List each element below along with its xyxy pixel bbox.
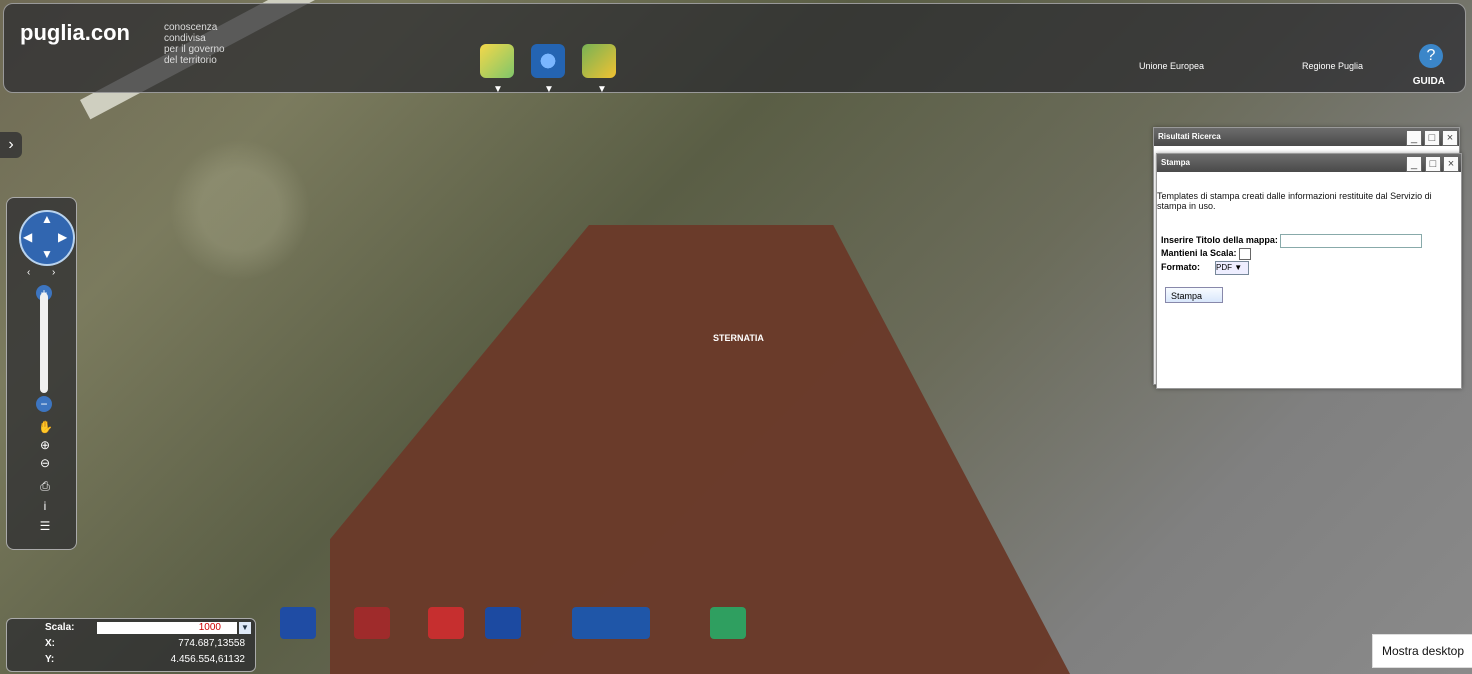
eu-flag-icon — [280, 607, 316, 639]
maximize-icon[interactable]: □ — [1424, 130, 1440, 146]
chevron-down-icon[interactable]: ▼ — [597, 84, 607, 95]
close-icon[interactable]: × — [1443, 156, 1459, 172]
map-icon[interactable] — [582, 44, 616, 78]
format-select[interactable]: PDF ▼ — [1215, 261, 1249, 275]
x-label: X: — [45, 638, 55, 649]
zoom-box-out-icon[interactable]: ⊖ — [38, 456, 52, 470]
regione-icon — [428, 607, 464, 639]
brand-tagline: conoscenza condivisa per il governo del … — [164, 22, 225, 66]
regione-logo-label: Regione Puglia — [1302, 61, 1364, 71]
print-icon[interactable]: ⎙ — [38, 479, 52, 493]
chevron-down-icon[interactable]: ▼ — [493, 84, 503, 95]
pan-down-icon[interactable]: ▼ — [41, 247, 53, 261]
show-desktop-button[interactable]: Mostra desktop — [1372, 634, 1472, 668]
layers-icon[interactable] — [480, 44, 514, 78]
format-label: Formato: — [1161, 262, 1200, 272]
keep-scale-checkbox[interactable] — [1239, 248, 1251, 260]
pan-right-icon[interactable]: ▶ — [58, 230, 67, 244]
minimize-icon[interactable]: _ — [1406, 130, 1422, 146]
footer-logos — [280, 607, 750, 653]
puglia-logo-icon — [710, 607, 746, 639]
x-value: 774.687,13558 — [178, 638, 245, 649]
navigation-panel: ▲ ◀ ▶ ▼ ‹ › + − ✋ ⊕ ⊖ ⎙ i ☰ — [6, 197, 77, 550]
gear-icon[interactable] — [531, 44, 565, 78]
zoom-out-button[interactable]: − — [36, 396, 52, 412]
brand-logo: puglia.con — [20, 20, 130, 45]
next-view-icon[interactable]: › — [52, 267, 55, 278]
top-toolbar: puglia.con conoscenza condivisa per il g… — [3, 3, 1466, 95]
partner-logo-icon — [485, 607, 521, 639]
map-title-label: Inserire Titolo della mappa: — [1161, 235, 1278, 245]
y-value: 4.456.554,61132 — [170, 654, 245, 665]
zoom-box-in-icon[interactable]: ⊕ — [38, 438, 52, 452]
help-icon[interactable]: ? — [1419, 44, 1443, 68]
info-icon[interactable]: i — [38, 499, 52, 513]
close-icon[interactable]: × — [1442, 130, 1458, 146]
maximize-icon[interactable]: □ — [1425, 156, 1441, 172]
y-label: Y: — [45, 654, 55, 665]
list-icon[interactable]: ☰ — [38, 519, 52, 533]
chevron-down-icon[interactable]: ▼ — [544, 84, 554, 95]
hand-icon[interactable]: ✋ — [38, 420, 53, 434]
print-window: Stampa _ □ × Templates di stampa creati … — [1156, 153, 1462, 389]
guide-label[interactable]: GUIDA — [1413, 76, 1445, 87]
map-place-label: STERNATIA — [713, 333, 764, 343]
emblem-icon — [354, 607, 390, 639]
coordinate-panel: Scala: 1000 ▼ X: 774.687,13558 Y: 4.456.… — [6, 618, 256, 672]
scale-label: Scala: — [45, 622, 75, 633]
pan-left-icon[interactable]: ◀ — [23, 230, 32, 244]
partner-banner-icon — [572, 607, 650, 639]
zoom-slider[interactable] — [40, 293, 48, 393]
format-value: PDF — [1216, 263, 1232, 272]
previous-view-icon[interactable]: ‹ — [27, 267, 30, 278]
expand-panel-button[interactable]: › — [0, 132, 22, 158]
scale-input[interactable]: 1000 — [97, 622, 237, 634]
scale-dropdown-icon[interactable]: ▼ — [239, 622, 251, 634]
pan-up-icon[interactable]: ▲ — [41, 212, 53, 226]
minimize-icon[interactable]: _ — [1406, 156, 1422, 172]
keep-scale-label: Mantieni la Scala: — [1161, 248, 1237, 258]
eu-logo-label: Unione Europea — [1139, 61, 1205, 71]
map-title-input[interactable] — [1280, 234, 1422, 248]
print-button[interactable]: Stampa — [1165, 287, 1223, 303]
print-description: Templates di stampa creati dalle informa… — [1157, 191, 1432, 211]
